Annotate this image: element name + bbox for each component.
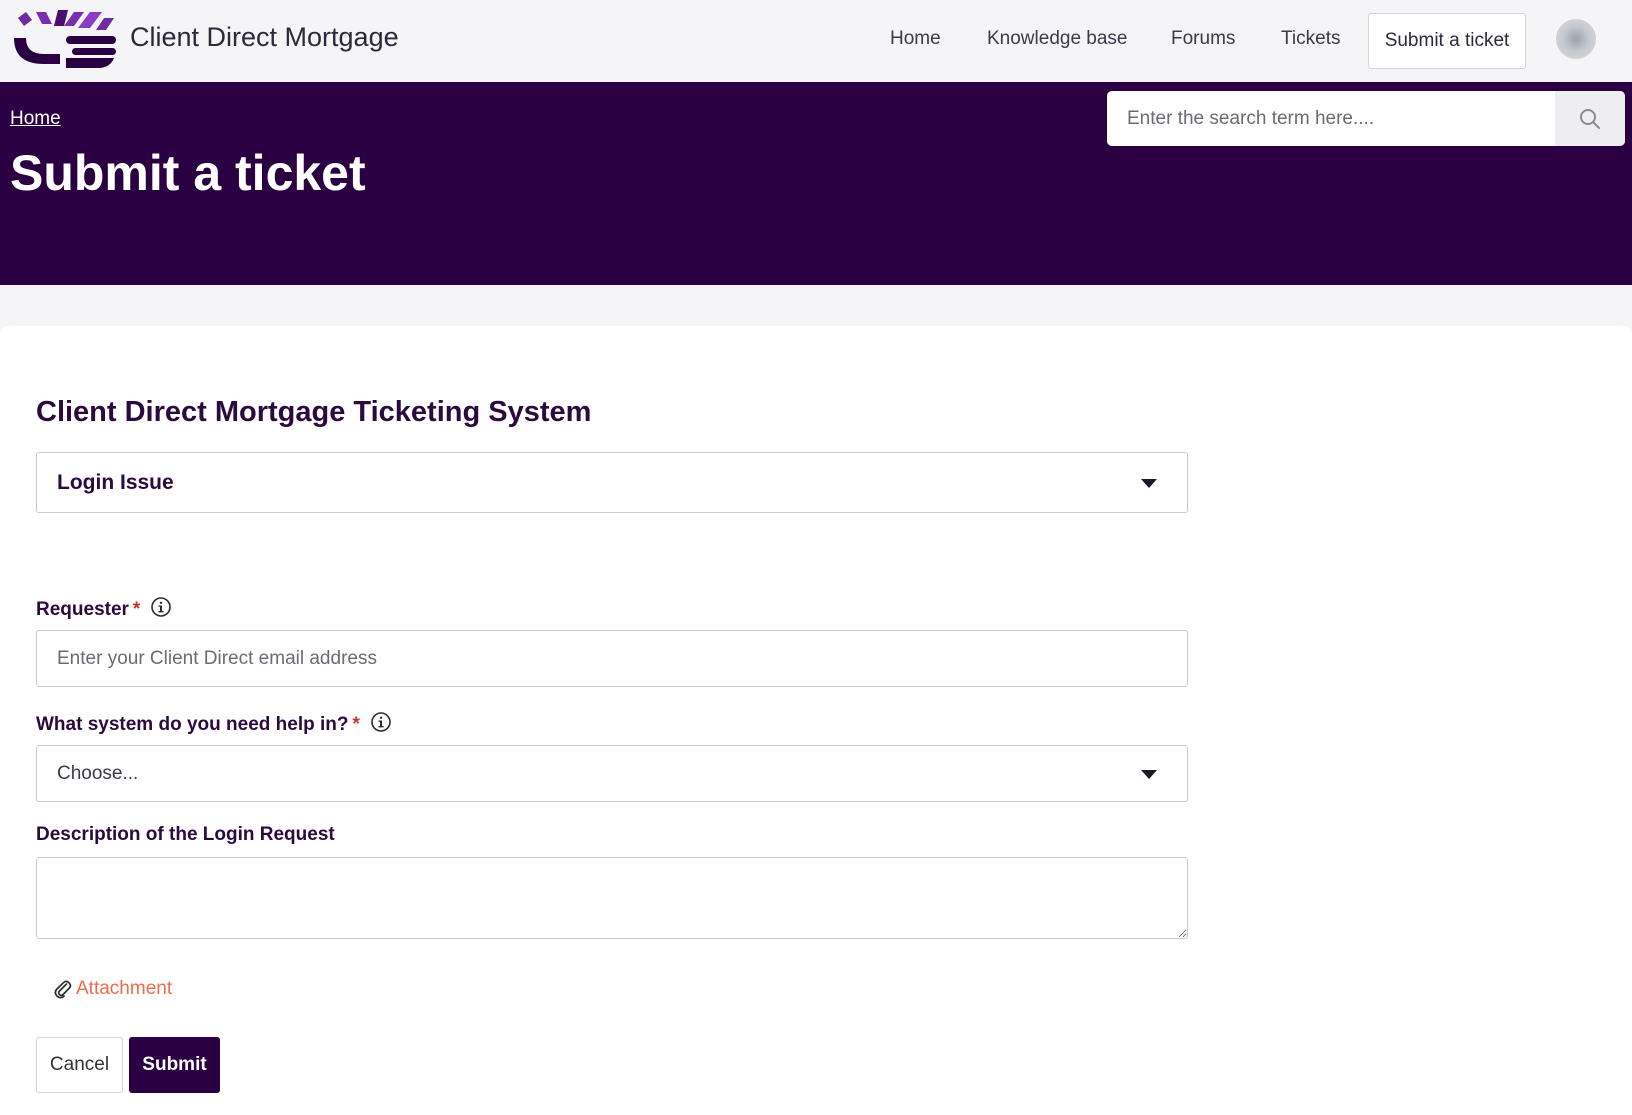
- system-select[interactable]: Choose...: [36, 745, 1188, 802]
- cancel-button[interactable]: Cancel: [36, 1037, 123, 1093]
- page-title: Submit a ticket: [10, 145, 366, 201]
- requester-label: Requester *: [36, 596, 172, 624]
- nav-home[interactable]: Home: [890, 28, 941, 50]
- requester-label-text: Requester: [36, 599, 129, 620]
- search-icon: [1580, 108, 1600, 129]
- chevron-down-icon: [1141, 769, 1157, 779]
- required-marker: *: [132, 599, 141, 620]
- info-icon[interactable]: [370, 711, 392, 739]
- nav-knowledge-base[interactable]: Knowledge base: [987, 28, 1128, 50]
- system-label: What system do you need help in? *: [36, 711, 392, 739]
- attachment-link[interactable]: Attachment: [54, 978, 172, 1000]
- info-icon[interactable]: [150, 596, 172, 624]
- requester-email-input[interactable]: [36, 630, 1188, 687]
- submit-button[interactable]: Submit: [129, 1037, 220, 1093]
- ticket-form-card: Client Direct Mortgage Ticketing System …: [0, 326, 1632, 1115]
- ticket-type-select[interactable]: Login Issue: [36, 452, 1188, 513]
- submit-ticket-nav-button[interactable]: Submit a ticket: [1368, 13, 1526, 69]
- description-textarea[interactable]: [36, 857, 1188, 939]
- nav-forums[interactable]: Forums: [1171, 28, 1235, 50]
- required-marker: *: [352, 714, 360, 735]
- form-section-title: Client Direct Mortgage Ticketing System: [36, 396, 592, 428]
- brand-logo-icon[interactable]: [10, 8, 122, 70]
- nav-tickets[interactable]: Tickets: [1281, 28, 1340, 50]
- search-button[interactable]: [1555, 91, 1625, 146]
- breadcrumb-home-link[interactable]: Home: [10, 108, 61, 130]
- user-avatar[interactable]: [1556, 19, 1596, 59]
- paperclip-icon: [54, 980, 72, 999]
- page-hero-banner: Home Submit a ticket: [0, 82, 1632, 285]
- attachment-text: Attachment: [76, 978, 173, 999]
- search-input[interactable]: [1107, 91, 1555, 146]
- description-label: Description of the Login Request: [36, 824, 335, 846]
- system-select-value: Choose...: [57, 762, 139, 784]
- brand-name[interactable]: Client Direct Mortgage: [130, 22, 399, 53]
- system-label-text: What system do you need help in?: [36, 714, 349, 735]
- search-box: [1107, 91, 1625, 146]
- chevron-down-icon: [1141, 478, 1157, 488]
- description-label-text: Description of the Login Request: [36, 824, 335, 845]
- ticket-type-value: Login Issue: [57, 470, 174, 494]
- top-navigation-bar: Client Direct Mortgage Home Knowledge ba…: [0, 0, 1632, 82]
